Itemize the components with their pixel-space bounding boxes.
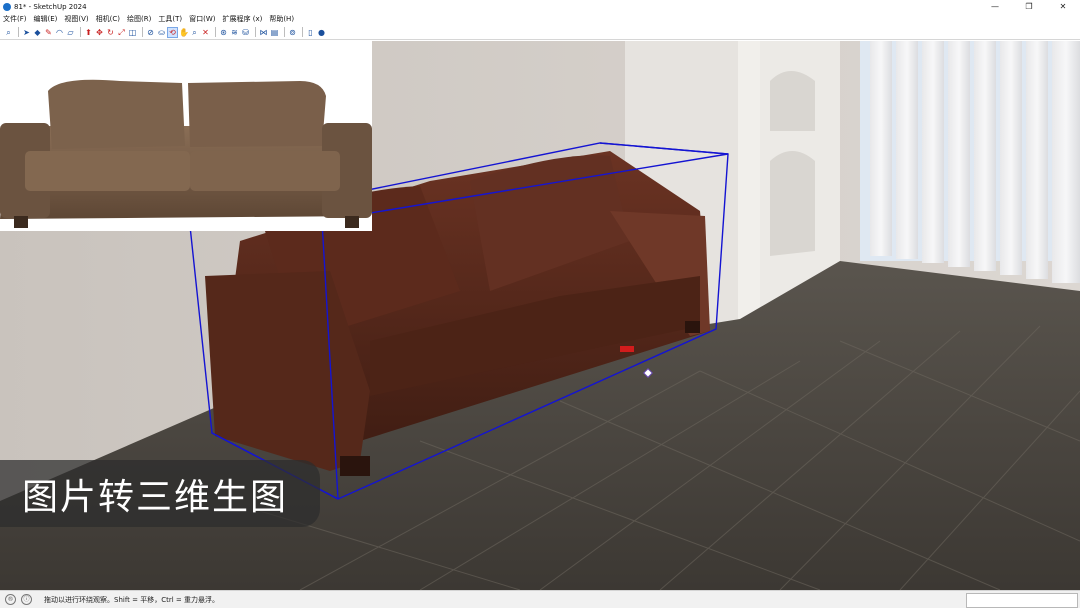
- close-button[interactable]: ✕: [1046, 0, 1080, 13]
- info-icon[interactable]: ⓘ: [21, 594, 32, 605]
- scale-icon[interactable]: ⤢: [117, 28, 126, 37]
- shelf-arch-top: [770, 71, 815, 131]
- move-icon[interactable]: ✥: [95, 28, 104, 37]
- zoom-extents-icon[interactable]: ⌕: [190, 28, 199, 37]
- tape-measure-icon[interactable]: ⊘: [146, 28, 155, 37]
- toolbar-separator: [284, 27, 285, 37]
- sketchup-app-icon: [3, 2, 11, 11]
- minimize-button[interactable]: —: [978, 0, 1012, 13]
- menu-edit[interactable]: 编辑(E): [34, 14, 58, 24]
- toolbar-separator: [215, 27, 216, 37]
- menu-camera[interactable]: 相机(C): [96, 14, 120, 24]
- rotate-icon[interactable]: ↻: [106, 28, 115, 37]
- menu-window[interactable]: 窗口(W): [189, 14, 215, 24]
- eraser-icon[interactable]: ◆: [33, 28, 42, 37]
- account-icon[interactable]: ●: [317, 28, 326, 37]
- push-pull-icon[interactable]: ⬆: [84, 28, 93, 37]
- warehouse-icon[interactable]: ⊛: [219, 28, 228, 37]
- zoom-icon[interactable]: ⌕: [4, 28, 13, 37]
- status-bar: ® ⓘ 拖动以进行环绕观察。Shift = 平移，Ctrl = 重力悬浮。: [0, 590, 1080, 608]
- menu-bar: 文件(F) 编辑(E) 视图(V) 相机(C) 绘图(R) 工具(T) 窗口(W…: [0, 13, 1080, 25]
- status-hint: 拖动以进行环绕观察。Shift = 平移，Ctrl = 重力悬浮。: [44, 595, 219, 604]
- geo-location-icon[interactable]: ®: [5, 594, 16, 605]
- menu-extensions[interactable]: 扩展程序 (x): [222, 14, 262, 24]
- main-toolbar: ⌕ ➤ ◆ ✎ ◠ ▱ ⬆ ✥ ↻ ⤢ ◫ ⊘ ⛀ ⟲ ✋ ⌕ ✕ ⊛ ≋ ⛁ …: [0, 25, 1080, 40]
- toolbar-separator: [255, 27, 256, 37]
- offset-icon[interactable]: ◫: [128, 28, 137, 37]
- toolbar-separator: [302, 27, 303, 37]
- menu-file[interactable]: 文件(F): [3, 14, 27, 24]
- sandbox-icon[interactable]: ▤: [270, 28, 279, 37]
- document-icon[interactable]: ▯: [306, 28, 315, 37]
- title-bar: 81* - SketchUp 2024 — ❐ ✕: [0, 0, 1080, 13]
- menu-help[interactable]: 帮助(H): [269, 14, 294, 24]
- menu-view[interactable]: 视图(V): [64, 14, 88, 24]
- caption-banner: 图片转三维生图: [0, 460, 320, 527]
- menu-draw[interactable]: 绘图(R): [127, 14, 151, 24]
- components-icon[interactable]: ≋: [230, 28, 239, 37]
- 3d-viewport[interactable]: 图片转三维生图: [0, 41, 1080, 590]
- window-controls: — ❐ ✕: [978, 0, 1080, 13]
- paint-bucket-icon[interactable]: ⛀: [157, 28, 166, 37]
- toolbar-separator: [142, 27, 143, 37]
- caption-text: 图片转三维生图: [22, 476, 289, 518]
- menu-tools[interactable]: 工具(T): [158, 14, 182, 24]
- orbit-icon[interactable]: ⟲: [167, 26, 178, 38]
- measurements-box[interactable]: [966, 593, 1078, 608]
- extension-icon[interactable]: ⋈: [259, 28, 268, 37]
- pan-icon[interactable]: ✋: [179, 28, 189, 37]
- toolbar-separator: [18, 27, 19, 37]
- rectangle-icon[interactable]: ▱: [66, 28, 75, 37]
- arc-icon[interactable]: ◠: [55, 28, 64, 37]
- styles-icon[interactable]: ⛁: [241, 28, 250, 37]
- select-icon[interactable]: ➤: [22, 28, 31, 37]
- column: [738, 41, 760, 319]
- toolbar-separator: [80, 27, 81, 37]
- zoom-window-icon[interactable]: ✕: [201, 28, 210, 37]
- shelf-arch-bottom: [770, 151, 815, 256]
- maximize-button[interactable]: ❐: [1012, 0, 1046, 13]
- pencil-icon[interactable]: ✎: [44, 28, 53, 37]
- reference-sofa-image: [0, 41, 372, 231]
- settings-icon[interactable]: ⊚: [288, 28, 297, 37]
- window-title: 81* - SketchUp 2024: [14, 2, 87, 11]
